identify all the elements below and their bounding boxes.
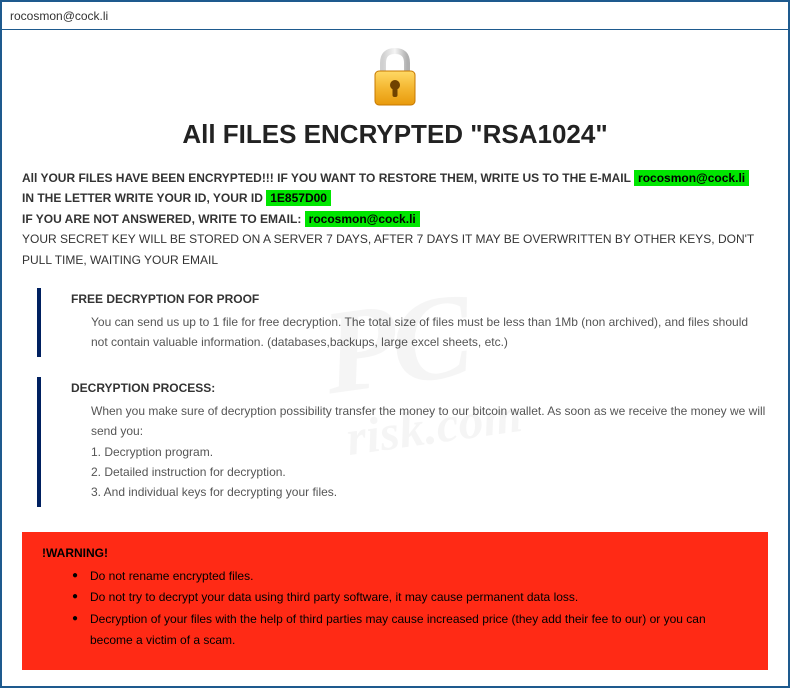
warning-box: !WARNING! Do not rename encrypted files.… <box>22 532 768 670</box>
id-highlight: 1E857D00 <box>266 190 331 206</box>
process-title: DECRYPTION PROCESS: <box>71 381 768 395</box>
warning-title: !WARNING! <box>42 546 748 560</box>
process-intro: When you make sure of decryption possibi… <box>91 401 768 442</box>
intro-block: All YOUR FILES HAVE BEEN ENCRYPTED!!! IF… <box>22 168 768 270</box>
process-item-1: 1. Decryption program. <box>91 442 768 462</box>
process-item-2: 2. Detailed instruction for decryption. <box>91 462 768 482</box>
email-highlight-1: rocosmon@cock.li <box>634 170 749 186</box>
window-titlebar: rocosmon@cock.li <box>2 2 788 30</box>
process-item-3: 3. And individual keys for decrypting yo… <box>91 482 768 502</box>
proof-section: FREE DECRYPTION FOR PROOF You can send u… <box>37 288 768 357</box>
intro-line2: IN THE LETTER WRITE YOUR ID, YOUR ID <box>22 191 266 205</box>
window-title: rocosmon@cock.li <box>10 9 108 23</box>
content-area: All FILES ENCRYPTED "RSA1024" All YOUR F… <box>2 30 788 686</box>
warning-item-1: Do not rename encrypted files. <box>72 566 748 588</box>
main-heading: All FILES ENCRYPTED "RSA1024" <box>22 119 768 150</box>
warning-list: Do not rename encrypted files. Do not tr… <box>72 566 748 652</box>
proof-body: You can send us up to 1 file for free de… <box>71 312 768 353</box>
email-highlight-2: rocosmon@cock.li <box>305 211 420 227</box>
process-section: DECRYPTION PROCESS: When you make sure o… <box>37 377 768 507</box>
process-body: When you make sure of decryption possibi… <box>71 401 768 503</box>
warning-item-3: Decryption of your files with the help o… <box>72 609 748 652</box>
intro-line3: IF YOU ARE NOT ANSWERED, WRITE TO EMAIL: <box>22 212 305 226</box>
warning-item-2: Do not try to decrypt your data using th… <box>72 587 748 609</box>
proof-title: FREE DECRYPTION FOR PROOF <box>71 292 768 306</box>
intro-line1: All YOUR FILES HAVE BEEN ENCRYPTED!!! IF… <box>22 171 634 185</box>
lock-icon <box>363 45 427 109</box>
intro-line4: YOUR SECRET KEY WILL BE STORED ON A SERV… <box>22 232 754 266</box>
